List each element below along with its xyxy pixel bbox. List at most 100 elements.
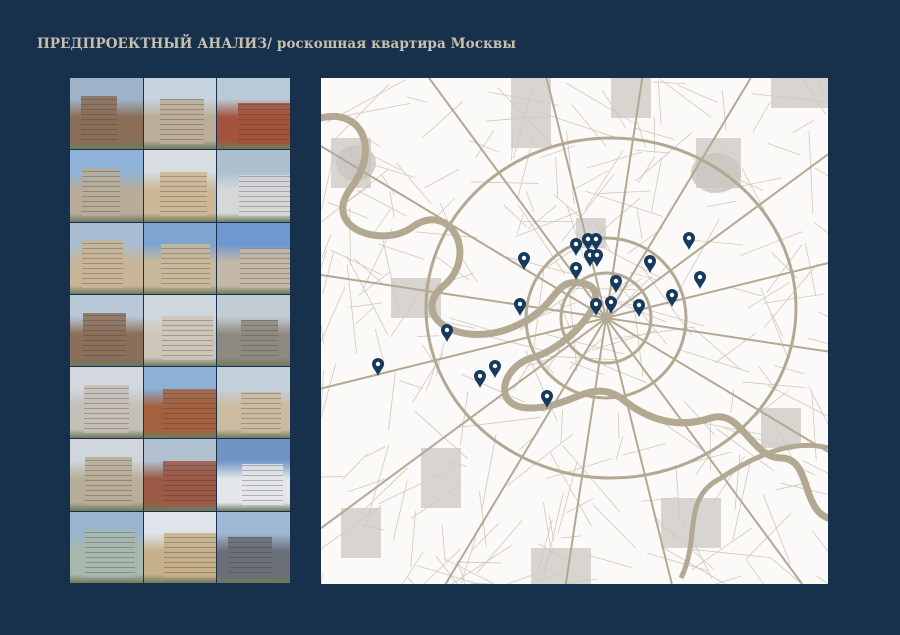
location-pin-dot — [573, 265, 579, 271]
map-street — [407, 576, 414, 584]
map-radial-road — [605, 317, 828, 453]
map-street — [374, 208, 392, 233]
location-pin-icon — [514, 298, 526, 316]
title-sub: роскошная квартира Москвы — [272, 36, 517, 52]
map-radial-road — [321, 317, 607, 529]
map-street — [388, 372, 396, 431]
map-street — [470, 582, 492, 584]
map-street — [355, 307, 374, 325]
map-street — [515, 210, 581, 237]
map-street — [678, 85, 718, 103]
map-street — [615, 436, 624, 461]
map-street — [470, 181, 539, 184]
map-street — [389, 191, 395, 218]
map-street — [456, 561, 502, 564]
location-pin-dot — [608, 299, 614, 305]
map-street — [560, 409, 564, 444]
map-street — [734, 454, 741, 511]
location-pin-dot — [517, 301, 523, 307]
map-street — [622, 443, 666, 456]
location-pin-icon — [570, 238, 582, 256]
location-pin-icon — [518, 252, 530, 270]
location-pin-dot — [594, 252, 600, 258]
map-street — [549, 451, 592, 527]
map-street — [636, 121, 647, 149]
map-street — [792, 119, 815, 134]
map-street — [588, 554, 632, 568]
map-street — [586, 151, 642, 169]
building-photo — [217, 367, 290, 439]
moscow-map[interactable] — [321, 78, 828, 584]
map-street — [321, 476, 343, 478]
map-street — [349, 302, 383, 308]
page-title: ПРЕДПРОЕКТНЫЙ АНАЛИЗ/ роскошная квартира… — [37, 36, 516, 52]
map-street — [692, 549, 771, 559]
building-photo — [143, 222, 217, 294]
map-street — [399, 380, 424, 390]
map-street — [421, 101, 464, 139]
location-pin-dot — [444, 327, 450, 333]
location-pin-dot — [573, 241, 579, 247]
map-street — [771, 313, 784, 338]
building-shape — [82, 240, 124, 289]
map-street — [395, 162, 432, 205]
map-street — [814, 167, 828, 177]
building-photo — [143, 367, 217, 439]
building-photo — [70, 439, 143, 511]
map-street — [402, 551, 424, 584]
location-pin-icon — [441, 324, 453, 342]
building-shape — [81, 168, 121, 216]
location-pin-dot — [521, 255, 527, 261]
location-pin-dot — [375, 361, 381, 367]
map-street — [763, 263, 818, 329]
location-pin-dot — [613, 278, 619, 284]
location-pin-dot — [636, 302, 642, 308]
location-pin-dot — [585, 236, 591, 242]
map-street — [647, 552, 709, 572]
map-street — [813, 222, 828, 234]
location-pin-dot — [647, 258, 653, 264]
map-street — [636, 206, 643, 239]
building-shape — [228, 536, 272, 578]
map-street — [811, 529, 828, 552]
map-block — [531, 548, 591, 584]
map-street — [807, 337, 828, 344]
map-street — [441, 525, 446, 562]
map-street — [487, 335, 548, 352]
map-street — [460, 256, 478, 284]
map-street — [346, 264, 357, 354]
building-photo — [217, 511, 290, 583]
building-shape — [239, 247, 290, 289]
map-street — [321, 234, 332, 258]
location-pin-dot — [593, 236, 599, 242]
map-street — [330, 249, 382, 276]
map-street — [592, 504, 637, 549]
location-pin-dot — [477, 373, 483, 379]
map-street — [706, 200, 737, 208]
location-pin-dot — [669, 292, 675, 298]
location-pin-icon — [590, 233, 602, 251]
map-street — [392, 480, 408, 541]
building-shape — [161, 243, 210, 289]
map-street — [406, 96, 428, 103]
map-street — [660, 79, 712, 118]
map-street — [816, 575, 828, 584]
building-photo — [143, 439, 217, 511]
building-shape — [161, 316, 213, 361]
building-photo — [143, 294, 217, 367]
building-photo — [143, 150, 217, 222]
building-shape — [241, 392, 281, 433]
map-block — [611, 78, 651, 118]
map-street — [503, 204, 527, 227]
map-street — [692, 326, 741, 370]
building-photo — [217, 439, 290, 511]
map-street — [349, 207, 351, 266]
building-shape — [239, 175, 290, 216]
map-street — [715, 575, 742, 584]
map-street — [652, 81, 686, 85]
map-street — [808, 131, 814, 214]
map-radial-road — [321, 273, 607, 319]
building-photo — [70, 294, 143, 367]
map-street — [730, 388, 735, 413]
map-street — [763, 293, 824, 304]
